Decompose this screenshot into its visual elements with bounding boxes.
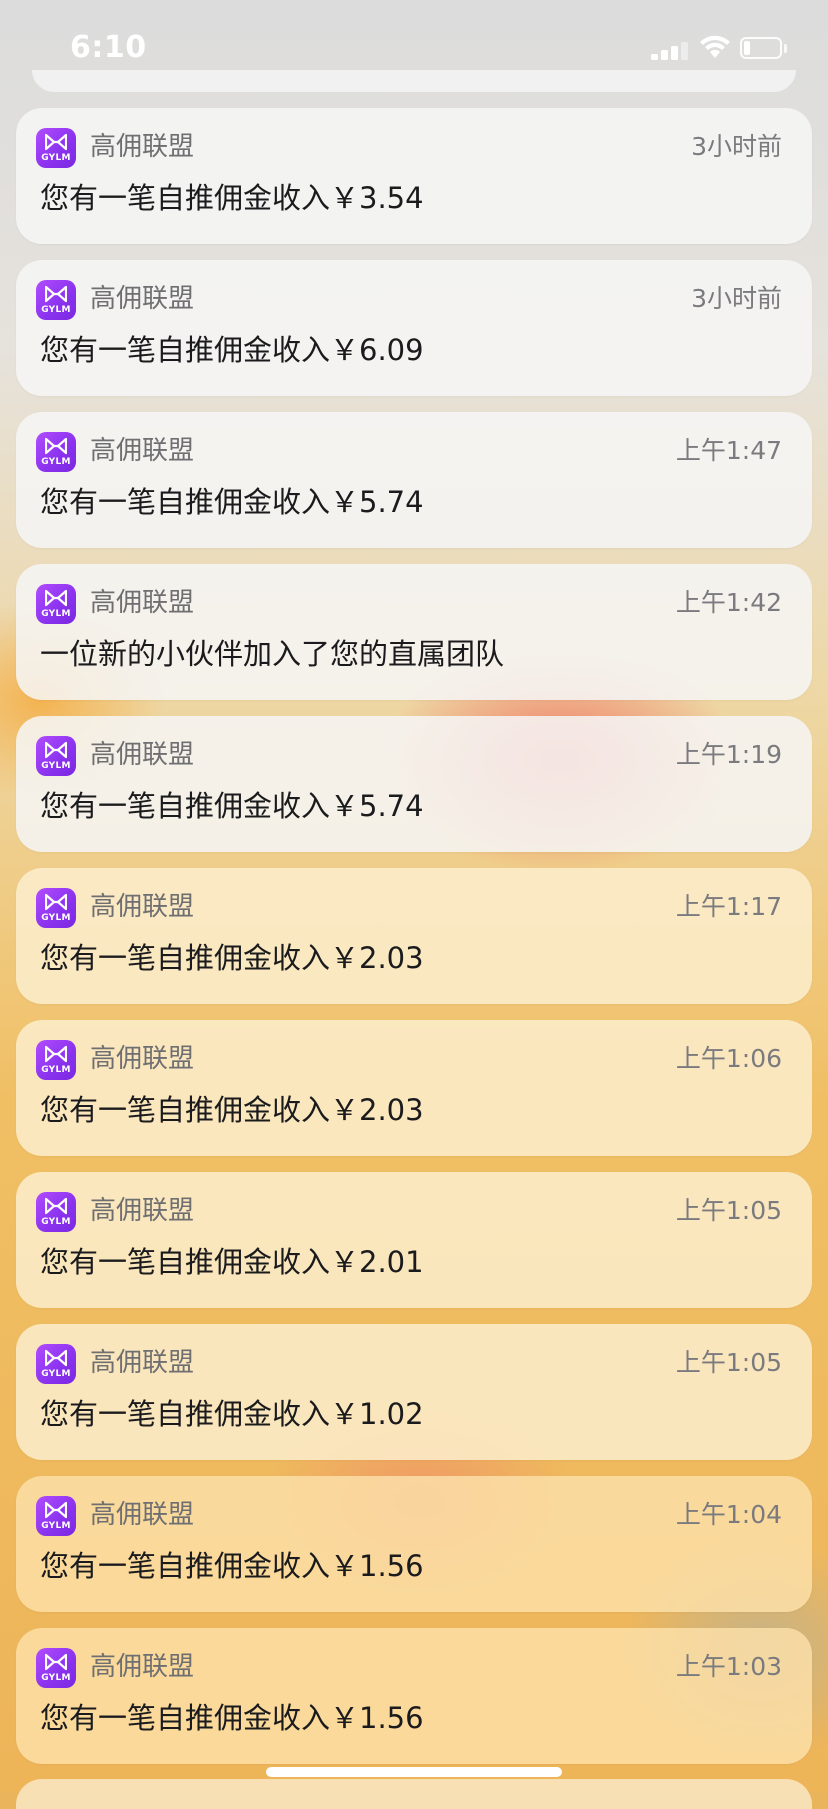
notification-app-name: 高佣联盟 bbox=[90, 1348, 195, 1378]
notification-time: 上午1:42 bbox=[675, 588, 782, 617]
status-time: 6:10 bbox=[70, 30, 147, 65]
notification-time: 上午1:05 bbox=[675, 1196, 782, 1225]
notification-stack-bottom[interactable] bbox=[16, 1779, 812, 1809]
wifi-icon bbox=[698, 34, 732, 60]
notification-time: 上午1:04 bbox=[675, 1500, 782, 1529]
bowtie-logo-icon bbox=[45, 1197, 67, 1215]
app-icon: GYLM bbox=[36, 1648, 76, 1688]
notification-card[interactable]: GYLM 高佣联盟 3小时前您有一笔自推佣金收入￥3.54 bbox=[16, 108, 812, 244]
app-icon: GYLM bbox=[36, 584, 76, 624]
bowtie-logo-icon bbox=[45, 1501, 67, 1519]
notification-time: 上午1:05 bbox=[675, 1348, 782, 1377]
notification-body: 您有一笔自推佣金收入￥2.03 bbox=[40, 1093, 424, 1127]
battery-icon bbox=[740, 37, 790, 61]
notification-stack-edge[interactable] bbox=[32, 70, 796, 92]
notification-app-name: 高佣联盟 bbox=[90, 740, 195, 770]
notification-app-name: 高佣联盟 bbox=[90, 132, 195, 162]
app-icon: GYLM bbox=[36, 888, 76, 928]
app-icon-text: GYLM bbox=[41, 609, 71, 619]
notification-app-name: 高佣联盟 bbox=[90, 892, 195, 922]
notification-app-name: 高佣联盟 bbox=[90, 1652, 195, 1682]
bowtie-logo-icon bbox=[45, 133, 67, 151]
app-icon: GYLM bbox=[36, 1040, 76, 1080]
notification-card[interactable]: GYLM 高佣联盟 上午1:04 您有一笔自推佣金收入￥1.56 bbox=[16, 1476, 812, 1612]
notification-time: 上午1:03 bbox=[675, 1652, 782, 1681]
notification-time: 3小时前 bbox=[691, 284, 782, 313]
app-icon-text: GYLM bbox=[41, 1065, 71, 1075]
app-icon: GYLM bbox=[36, 1344, 76, 1384]
notification-body: 您有一笔自推佣金收入￥5.74 bbox=[40, 789, 424, 823]
notification-card[interactable]: GYLM 高佣联盟 上午1:05 您有一笔自推佣金收入￥1.02 bbox=[16, 1324, 812, 1460]
notification-body: 您有一笔自推佣金收入￥5.74 bbox=[40, 485, 424, 519]
notification-card[interactable]: GYLM 高佣联盟 上午1:19 您有一笔自推佣金收入￥5.74 bbox=[16, 716, 812, 852]
notification-time: 上午1:47 bbox=[675, 436, 782, 465]
app-icon: GYLM bbox=[36, 736, 76, 776]
bowtie-logo-icon bbox=[45, 741, 67, 759]
notification-body: 您有一笔自推佣金收入￥2.01 bbox=[40, 1245, 424, 1279]
notification-app-name: 高佣联盟 bbox=[90, 1196, 195, 1226]
notification-card[interactable]: GYLM 高佣联盟 3小时前您有一笔自推佣金收入￥6.09 bbox=[16, 260, 812, 396]
app-icon: GYLM bbox=[36, 1496, 76, 1536]
signal-icon bbox=[651, 42, 691, 60]
notification-time: 上午1:06 bbox=[675, 1044, 782, 1073]
notification-card[interactable]: GYLM 高佣联盟 上午1:42 一位新的小伙伴加入了您的直属团队 bbox=[16, 564, 812, 700]
notification-body: 您有一笔自推佣金收入￥1.56 bbox=[40, 1549, 424, 1583]
app-icon: GYLM bbox=[36, 1192, 76, 1232]
app-icon-text: GYLM bbox=[41, 1369, 71, 1379]
app-icon-text: GYLM bbox=[41, 457, 71, 467]
notification-body: 您有一笔自推佣金收入￥3.54 bbox=[40, 181, 424, 215]
bowtie-logo-icon bbox=[45, 589, 67, 607]
bowtie-logo-icon bbox=[45, 893, 67, 911]
notification-app-name: 高佣联盟 bbox=[90, 1044, 195, 1074]
app-icon: GYLM bbox=[36, 280, 76, 320]
app-icon-text: GYLM bbox=[41, 1521, 71, 1531]
notification-card[interactable]: GYLM 高佣联盟 上午1:17 您有一笔自推佣金收入￥2.03 bbox=[16, 868, 812, 1004]
bowtie-logo-icon bbox=[45, 437, 67, 455]
app-icon-text: GYLM bbox=[41, 153, 71, 163]
notification-time: 3小时前 bbox=[691, 132, 782, 161]
app-icon-text: GYLM bbox=[41, 305, 71, 315]
notification-app-name: 高佣联盟 bbox=[90, 436, 195, 466]
app-icon-text: GYLM bbox=[41, 1673, 71, 1683]
bowtie-logo-icon bbox=[45, 1045, 67, 1063]
notification-time: 上午1:17 bbox=[675, 892, 782, 921]
notification-app-name: 高佣联盟 bbox=[90, 588, 195, 618]
notification-card[interactable]: GYLM 高佣联盟 上午1:47 您有一笔自推佣金收入￥5.74 bbox=[16, 412, 812, 548]
bowtie-logo-icon bbox=[45, 285, 67, 303]
bowtie-logo-icon bbox=[45, 1653, 67, 1671]
app-icon-text: GYLM bbox=[41, 913, 71, 923]
app-icon-text: GYLM bbox=[41, 761, 71, 771]
notification-time: 上午1:19 bbox=[675, 740, 782, 769]
bowtie-logo-icon bbox=[45, 1349, 67, 1367]
notification-body: 您有一笔自推佣金收入￥2.03 bbox=[40, 941, 424, 975]
notification-body: 您有一笔自推佣金收入￥1.56 bbox=[40, 1701, 424, 1735]
notification-body: 一位新的小伙伴加入了您的直属团队 bbox=[40, 637, 505, 671]
app-icon: GYLM bbox=[36, 128, 76, 168]
notification-card[interactable]: GYLM 高佣联盟 上午1:06 您有一笔自推佣金收入￥2.03 bbox=[16, 1020, 812, 1156]
app-icon: GYLM bbox=[36, 432, 76, 472]
app-icon-text: GYLM bbox=[41, 1217, 71, 1227]
notification-app-name: 高佣联盟 bbox=[90, 284, 195, 314]
notification-card[interactable]: GYLM 高佣联盟 上午1:03 您有一笔自推佣金收入￥1.56 bbox=[16, 1628, 812, 1764]
notification-body: 您有一笔自推佣金收入￥6.09 bbox=[40, 333, 424, 367]
notification-app-name: 高佣联盟 bbox=[90, 1500, 195, 1530]
home-indicator[interactable] bbox=[266, 1767, 562, 1777]
notification-card[interactable]: GYLM 高佣联盟 上午1:05 您有一笔自推佣金收入￥2.01 bbox=[16, 1172, 812, 1308]
notification-body: 您有一笔自推佣金收入￥1.02 bbox=[40, 1397, 424, 1431]
